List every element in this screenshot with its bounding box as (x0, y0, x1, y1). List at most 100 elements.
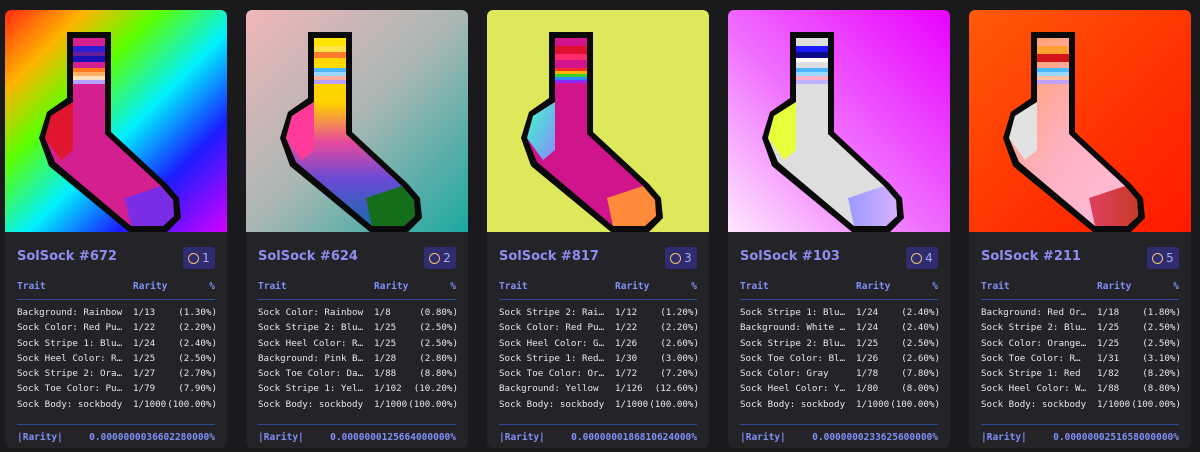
table-row: Sock Toe Color: Bl… 1/26 (2.60%) (740, 353, 940, 368)
header-percent: % (450, 281, 456, 292)
sock-image[interactable] (487, 10, 709, 232)
nft-card[interactable]: SolSock #211 5 Trait Rarity % Background… (969, 10, 1191, 448)
rarity-cell: 1/126 (615, 383, 643, 395)
rarity-cell: 1/28 (374, 352, 397, 364)
trait-cell: Sock Heel Color: G… (499, 337, 605, 349)
table-row: Sock Color: Red Pu… 1/22 (2.20%) (17, 322, 217, 337)
rarity-cell: 1/25 (856, 337, 879, 349)
header-trait: Trait (258, 281, 287, 292)
header-percent: % (932, 281, 938, 292)
rank-number: 2 (443, 251, 451, 265)
sock-image[interactable] (5, 10, 227, 232)
percent-cell: (7.20%) (660, 368, 699, 380)
trait-cell: Background: Pink B… (258, 352, 364, 364)
trait-cell: Sock Stripe 2: Blu… (258, 322, 364, 334)
rarity-cell: 1/24 (856, 322, 879, 334)
rarity-cell: 1/102 (374, 383, 402, 395)
trait-cell: Sock Color: Rainbow (258, 307, 364, 318)
rarity-total-label: |Rarity| (17, 432, 63, 443)
rarity-cell: 1/25 (1097, 322, 1120, 334)
percent-cell: (2.50%) (1142, 322, 1181, 334)
rarity-cell: 1/78 (856, 368, 879, 380)
rarity-cell: 1/25 (374, 322, 397, 334)
trait-cell: Sock Stripe 2: Ora… (17, 368, 123, 380)
rank-number: 5 (1166, 251, 1174, 265)
rarity-cell: 1/18 (1097, 307, 1120, 318)
rarity-total-value: 0.0000000186810624000% (571, 432, 697, 443)
table-row: Sock Body: sockbody 1/1000 (100.00%) (499, 399, 699, 414)
nft-card[interactable]: SolSock #672 1 Trait Rarity % Background… (5, 10, 227, 448)
percent-cell: (100.00%) (1131, 398, 1181, 410)
trait-cell: Background: Yellow (499, 383, 599, 395)
header-percent: % (209, 281, 215, 292)
table-row: Sock Stripe 2: Ora… 1/27 (2.70%) (17, 368, 217, 383)
card-title[interactable]: SolSock #624 (258, 249, 358, 264)
table-row: Sock Stripe 1: Blu… 1/24 (2.40%) (17, 338, 217, 353)
nft-card[interactable]: SolSock #103 4 Trait Rarity % Sock Strip… (728, 10, 950, 448)
table-header: Trait Rarity % (17, 278, 215, 300)
table-row: Sock Body: sockbody 1/1000 (100.00%) (17, 399, 217, 414)
sock-image[interactable] (246, 10, 468, 232)
header-trait: Trait (740, 281, 769, 292)
percent-cell: (2.50%) (1142, 337, 1181, 349)
table-row: Sock Stripe 2: Blu… 1/25 (2.50%) (981, 322, 1181, 337)
rarity-total: |Rarity| 0.0000000036602280000% (17, 424, 215, 446)
header-trait: Trait (499, 281, 528, 292)
rarity-total: |Rarity| 0.0000000125664000000% (258, 424, 456, 446)
percent-cell: (2.40%) (901, 322, 940, 334)
nft-card[interactable]: SolSock #624 2 Trait Rarity % Sock Color… (246, 10, 468, 448)
trait-cell: Background: Rainbow (17, 307, 123, 318)
percent-cell: (100.00%) (649, 398, 699, 410)
trait-cell: Sock Body: sockbody (499, 398, 605, 410)
percent-cell: (2.50%) (901, 337, 940, 349)
percent-cell: (2.70%) (178, 368, 217, 380)
trait-table: Sock Color: Rainbow 1/8 (0.80%) Sock Strip… (258, 307, 458, 414)
trait-cell: Sock Toe Color: Da… (258, 368, 364, 380)
sock-image[interactable] (728, 10, 950, 232)
header-trait: Trait (981, 281, 1010, 292)
sock-image[interactable] (969, 10, 1191, 232)
table-row: Sock Stripe 2: Blu… 1/25 (2.50%) (740, 338, 940, 353)
rarity-cell: 1/30 (615, 352, 638, 364)
percent-cell: (10.20%) (413, 383, 458, 395)
trait-cell: Sock Body: sockbody (17, 398, 123, 410)
card-title[interactable]: SolSock #103 (740, 249, 840, 264)
rarity-cell: 1/1000 (133, 398, 167, 410)
rarity-cell: 1/12 (615, 307, 638, 318)
card-title[interactable]: SolSock #211 (981, 249, 1081, 264)
header-trait: Trait (17, 281, 46, 292)
percent-cell: (3.10%) (1142, 352, 1181, 364)
rank-number: 1 (202, 251, 210, 265)
trait-cell: Sock Stripe 1: Blu… (740, 307, 846, 318)
card-title[interactable]: SolSock #817 (499, 249, 599, 264)
table-row: Sock Toe Color: R… 1/31 (3.10%) (981, 353, 1181, 368)
rarity-cell: 1/24 (133, 337, 156, 349)
rarity-cell: 1/88 (1097, 383, 1120, 395)
rarity-total: |Rarity| 0.0000000251658000000% (981, 424, 1179, 446)
table-row: Background: Pink B… 1/28 (2.80%) (258, 353, 458, 368)
rank-icon (188, 252, 200, 264)
nft-card[interactable]: SolSock #817 3 Trait Rarity % Sock Strip… (487, 10, 709, 448)
table-header: Trait Rarity % (740, 278, 938, 300)
table-row: Background: Yellow 1/126 (12.60%) (499, 383, 699, 398)
table-row: Background: White … 1/24 (2.40%) (740, 322, 940, 337)
trait-cell: Sock Stripe 1: Yel… (258, 383, 364, 395)
table-header: Trait Rarity % (258, 278, 456, 300)
rarity-cell: 1/1000 (615, 398, 649, 410)
rarity-cell: 1/25 (133, 352, 156, 364)
rarity-total: |Rarity| 0.0000000186810624000% (499, 424, 697, 446)
percent-cell: (100.00%) (890, 398, 940, 410)
table-row: Sock Toe Color: Da… 1/88 (8.80%) (258, 368, 458, 383)
trait-cell: Sock Color: Red Pu… (499, 322, 605, 334)
percent-cell: (2.40%) (901, 307, 940, 318)
table-row: Sock Stripe 2: Blu… 1/25 (2.50%) (258, 322, 458, 337)
card-title[interactable]: SolSock #672 (17, 249, 117, 264)
trait-cell: Sock Color: Red Pu… (17, 322, 123, 334)
table-row: Sock Toe Color: Or… 1/72 (7.20%) (499, 368, 699, 383)
rarity-cell: 1/8 (374, 307, 391, 318)
rarity-cell: 1/26 (615, 337, 638, 349)
trait-cell: Sock Toe Color: Bl… (740, 352, 846, 364)
table-row: Sock Heel Color: R… 1/25 (2.50%) (258, 338, 458, 353)
table-row: Sock Color: Gray 1/78 (7.80%) (740, 368, 940, 383)
percent-cell: (2.20%) (660, 322, 699, 334)
